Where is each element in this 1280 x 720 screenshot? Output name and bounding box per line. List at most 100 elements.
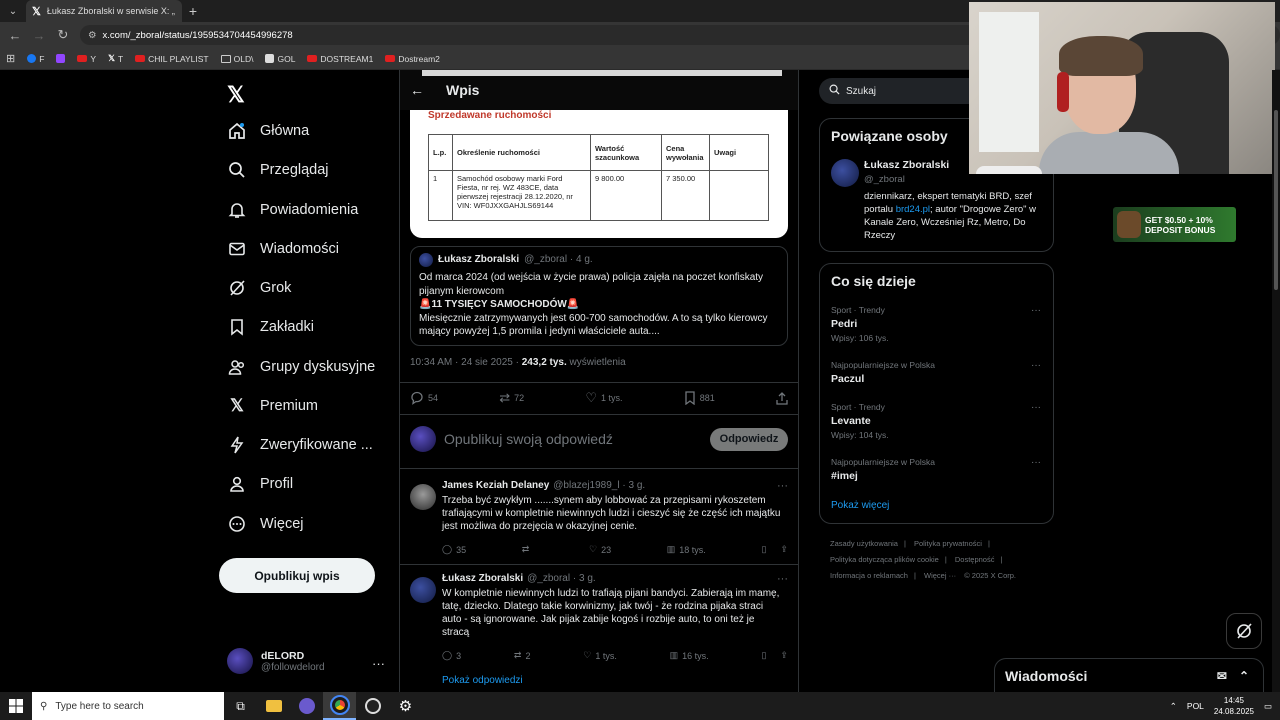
chrome-icon[interactable]	[323, 692, 356, 720]
more-icon[interactable]: ···	[1031, 305, 1041, 316]
reload-icon[interactable]: ↻	[52, 27, 74, 43]
sidebar-item-grok[interactable]: Grok	[228, 279, 291, 297]
sidebar-item-home[interactable]: Główna	[228, 122, 309, 140]
show-replies-link[interactable]: Pokaż odpowiedzi	[442, 675, 523, 686]
reply-post[interactable]: Łukasz Zboralski @_zboral · 3 g. ··· W k…	[410, 573, 788, 673]
share-icon[interactable]: ⇪	[780, 544, 788, 555]
bookmark-chil-playlist[interactable]: CHIL PLAYLIST	[135, 54, 209, 64]
new-tab-button[interactable]: +	[182, 3, 204, 19]
settings-gear-icon[interactable]: ⚙	[389, 692, 422, 720]
sidebar-item-messages[interactable]: Wiadomości	[228, 240, 339, 258]
bookmark-twitch[interactable]	[56, 54, 66, 63]
bio-link[interactable]: brd24.pl	[896, 204, 930, 215]
bookmark-f[interactable]: F	[27, 54, 44, 64]
divider	[400, 468, 798, 469]
bookmark-t[interactable]: 𝕏T	[108, 53, 123, 64]
windows-start-icon[interactable]	[0, 692, 32, 720]
scrollbar-thumb[interactable]	[1274, 110, 1278, 290]
expand-icon[interactable]: ⌃	[1239, 669, 1249, 683]
new-message-icon[interactable]: ✉	[1217, 669, 1227, 683]
notification-icon[interactable]: ▭	[1264, 701, 1272, 712]
account-more-icon[interactable]: ···	[372, 656, 385, 671]
footer-link[interactable]: Informacja o reklamach	[830, 571, 908, 580]
more-icon[interactable]: ···	[777, 480, 788, 492]
language-indicator[interactable]: POL	[1187, 701, 1204, 711]
post-timestamp[interactable]: 10:34 AM · 24 sie 2025 ·	[410, 357, 522, 368]
more-icon[interactable]: ···	[1031, 360, 1041, 371]
publish-post-button[interactable]: Opublikuj wpis	[219, 558, 375, 593]
apps-icon[interactable]: ⊞	[6, 52, 15, 65]
app-icon[interactable]	[290, 692, 323, 720]
footer-link[interactable]: Zasady użytkowania	[830, 539, 898, 548]
bookmark-action[interactable]: ▯ ⇪	[761, 544, 788, 555]
account-switcher[interactable]: dELORD @followdelord	[227, 648, 325, 674]
like-action[interactable]: ♡ 1 tys.	[583, 650, 617, 661]
repost-action[interactable]: ⇄ 2	[514, 650, 531, 661]
more-icon[interactable]: ···	[1031, 402, 1041, 413]
avatar[interactable]	[831, 159, 859, 187]
bookmark-dostream2[interactable]: Dostream2	[385, 54, 440, 64]
sidebar-item-explore[interactable]: Przeglądaj	[228, 161, 329, 179]
obs-icon[interactable]	[356, 692, 389, 720]
bookmark-old[interactable]: OLD\	[220, 54, 253, 64]
tray-chevron-icon[interactable]: ⌃	[1170, 701, 1177, 712]
sidebar-item-premium[interactable]: 𝕏 Premium	[228, 396, 318, 415]
file-explorer-icon[interactable]	[257, 692, 290, 720]
back-arrow-icon[interactable]: ←	[410, 82, 424, 98]
ad-banner[interactable]: GET $0.50 + 10% DEPOSIT BONUS	[1113, 207, 1236, 242]
sidebar-item-communities[interactable]: Grupy dyskusyjne	[228, 358, 375, 376]
sidebar-item-more[interactable]: Więcej	[228, 515, 304, 533]
sidebar-item-profile[interactable]: Profil	[228, 475, 293, 493]
x-logo-icon[interactable]: 𝕏	[227, 82, 245, 108]
share-action[interactable]	[776, 391, 788, 405]
show-more-link[interactable]: Pokaż więcej	[831, 500, 889, 511]
footer-link[interactable]: Dostępność	[955, 555, 995, 564]
post-image-document[interactable]: Sprzedawane ruchomości L.p. Określenie r…	[410, 110, 788, 238]
task-view-icon[interactable]: ⧉	[224, 692, 257, 720]
footer-link[interactable]: Polityka prywatności	[914, 539, 982, 548]
page-scrollbar[interactable]	[1272, 70, 1280, 692]
share-icon[interactable]: ⇪	[780, 650, 788, 661]
trend-item[interactable]: Najpopularniejsze w Polska #imej ···	[831, 457, 1041, 482]
reply-action[interactable]: ◯ 3	[442, 650, 461, 661]
reply-button[interactable]: Odpowiedz	[710, 427, 788, 451]
messages-drawer[interactable]: Wiadomości ✉ ⌃	[994, 658, 1264, 692]
trend-item[interactable]: Najpopularniejsze w Polska Paczul ···	[831, 360, 1041, 385]
trend-item[interactable]: Sport · Trendy Levante Wpisy: 104 tys. ·…	[831, 402, 1041, 440]
bookmark-dostream1[interactable]: DOSTREAM1	[307, 54, 373, 64]
site-info-icon[interactable]: ⚙	[88, 30, 97, 41]
more-icon[interactable]: ···	[777, 573, 788, 585]
sidebar-item-verified[interactable]: Zweryfikowane ...	[228, 436, 373, 454]
table-cell: 7 350.00	[661, 170, 710, 221]
bookmark-action[interactable]: 881	[684, 391, 715, 405]
trend-item[interactable]: Sport · Trendy Pedri Wpisy: 106 tys. ···	[831, 305, 1041, 343]
taskbar-search[interactable]: ⚲ Type here to search	[32, 692, 224, 720]
reply-action[interactable]: 54	[410, 391, 438, 405]
reply-input[interactable]: Opublikuj swoją odpowiedź	[444, 431, 613, 447]
reply-action[interactable]: ◯ 35	[442, 544, 466, 555]
like-action[interactable]: ♡ 23	[589, 544, 611, 555]
more-icon[interactable]: ···	[1031, 457, 1041, 468]
repost-action[interactable]: ⇄	[522, 544, 534, 555]
tab-search-button[interactable]: ⌄	[0, 0, 26, 22]
forward-icon[interactable]: →	[28, 28, 50, 43]
sidebar-item-bookmarks[interactable]: Zakładki	[228, 318, 314, 336]
clock[interactable]: 14:45 24.08.2025	[1214, 695, 1254, 717]
footer-link[interactable]: Polityka dotycząca plików cookie	[830, 555, 939, 564]
tab-active[interactable]: 𝕏 Łukasz Zboralski w serwisie X: „ ✕	[26, 0, 182, 22]
footer-link[interactable]: Więcej ···	[924, 571, 956, 580]
bookmark-action[interactable]: ▯ ⇪	[761, 650, 788, 661]
views-action[interactable]: ▥ 18 tys.	[667, 544, 706, 555]
quoted-post[interactable]: Łukasz Zboralski @_zboral · 4 g. Od marc…	[410, 246, 788, 346]
reply-post[interactable]: James Keziah Delaney @blazej1989_l · 3 g…	[410, 480, 788, 560]
like-action[interactable]: ♡ 1 tys.	[585, 390, 622, 406]
grok-floating-button[interactable]	[1226, 613, 1262, 649]
bookmark-gol[interactable]: GOL	[265, 54, 295, 64]
related-person-name[interactable]: Łukasz Zboralski	[864, 159, 949, 171]
views-action[interactable]: ▥ 16 tys.	[670, 650, 709, 661]
follow-button-partial[interactable]	[976, 166, 1042, 174]
bookmark-y[interactable]: Y	[77, 54, 96, 64]
repost-action[interactable]: ⇄ 72	[499, 390, 524, 406]
sidebar-item-notifications[interactable]: Powiadomienia	[228, 201, 358, 219]
back-icon[interactable]: ←	[4, 28, 26, 43]
